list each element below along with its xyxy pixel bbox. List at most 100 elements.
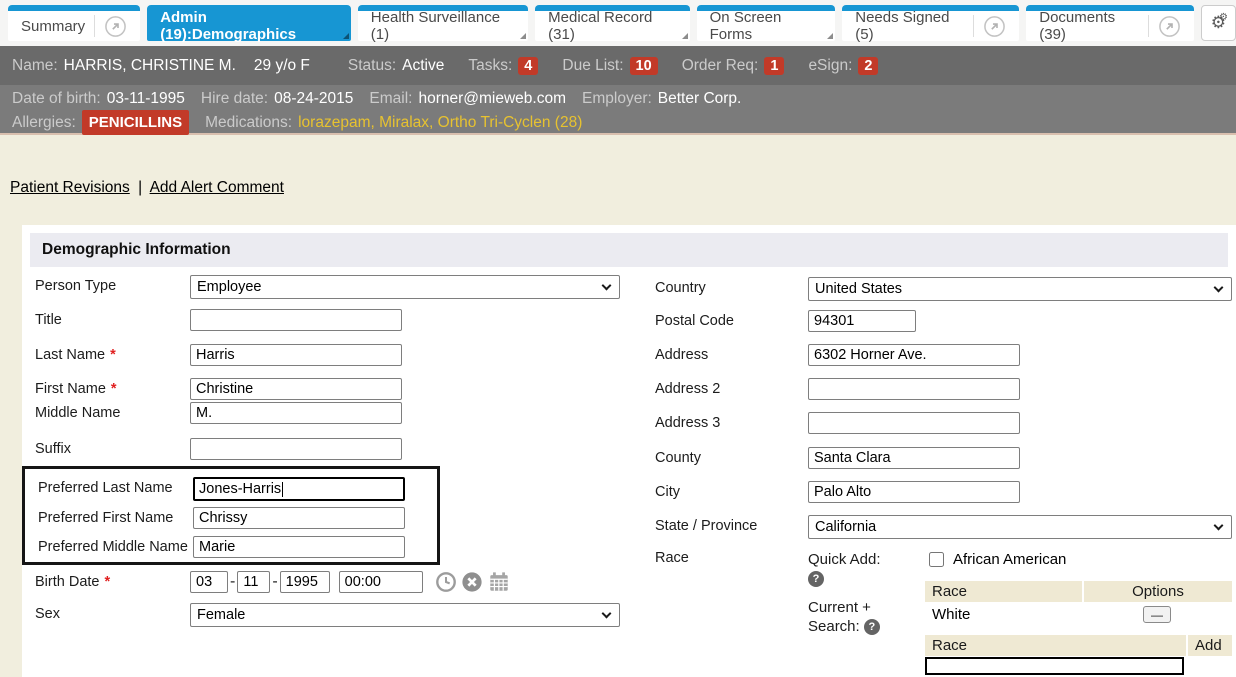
address3-label: Address 3 [655,412,808,432]
patient-revisions-link[interactable]: Patient Revisions [10,179,130,196]
tab-summary[interactable]: Summary [8,5,140,41]
last-name-label-text: Last Name [35,347,105,363]
title-label: Title [35,309,190,329]
open-chart-icon[interactable] [983,15,1006,38]
address2-input[interactable] [808,378,1020,400]
help-icon[interactable]: ? [864,619,880,635]
allergy-badge[interactable]: PENICILLINS [82,110,189,135]
suffix-input[interactable] [190,438,402,460]
employer-value: Better Corp. [658,87,742,110]
middle-name-label: Middle Name [35,402,190,422]
birth-month-input[interactable] [190,571,228,593]
chevron-down-icon [1214,283,1224,293]
preferred-first-name-input[interactable] [193,507,405,529]
african-american-checkbox[interactable] [929,552,944,567]
open-chart-icon[interactable] [1158,15,1181,38]
city-input[interactable] [808,481,1020,503]
chevron-down-icon [1214,521,1224,531]
country-value: United States [815,281,902,297]
calendar-icon[interactable] [487,571,511,593]
tab-health-surveillance-label: Health Surveillance (1) [371,9,515,43]
address3-input[interactable] [808,412,1020,434]
person-type-value: Employee [197,279,261,295]
tab-admin-label: Admin (19):Demographics [160,9,338,43]
esign-count-badge[interactable]: 2 [858,57,878,75]
text-caret [282,482,283,497]
tab-health-surveillance[interactable]: Health Surveillance (1) [358,5,528,41]
required-marker: * [110,347,116,363]
state-province-select[interactable]: California [808,515,1232,539]
birth-year-input[interactable] [280,571,330,593]
tab-menu-fold-icon [520,33,526,39]
tab-menu-fold-icon [682,33,688,39]
tab-medical-record[interactable]: Medical Record (31) [535,5,689,41]
state-province-value: California [815,519,876,535]
african-american-label: African American [953,551,1066,568]
race-search-header: Race Add [925,635,1232,656]
race-quick-option[interactable]: African American [929,551,1232,568]
city-label: City [655,481,808,501]
state-province-label: State / Province [655,515,808,535]
date-separator: - [272,573,277,591]
address-input[interactable] [808,344,1020,366]
tab-admin-demographics[interactable]: Admin (19):Demographics [147,5,351,41]
patient-info-bar: Date of birth: 03-11-1995 Hire date: 08-… [0,85,1236,135]
country-label: Country [655,277,808,297]
table-row: White — [925,602,1232,627]
section-title: Demographic Information [30,233,1228,267]
medications-list[interactable]: lorazepam, Miralax, Ortho Tri-Cyclen (28… [298,111,582,134]
race-search-input[interactable] [925,657,1184,675]
last-name-label: Last Name * [35,344,190,364]
race-column-header: Race [925,635,1186,656]
required-marker: * [104,574,110,590]
name-label: Name: [12,57,58,75]
tab-needs-signed[interactable]: Needs Signed (5) [842,5,1019,41]
remove-race-button[interactable]: — [1143,606,1171,623]
title-input[interactable] [190,309,402,331]
county-label: County [655,447,808,467]
tab-divider [1148,15,1149,37]
preferred-name-highlight-box: Preferred Last Name Jones-Harris Preferr… [22,466,440,565]
current-search-label-text: Current + Search: [808,599,871,635]
tab-summary-label: Summary [21,18,85,35]
preferred-middle-name-input[interactable] [193,536,405,558]
order-req-label: Order Req: [682,57,759,75]
order-req-count-badge[interactable]: 1 [764,57,784,75]
sex-value: Female [197,607,245,623]
open-chart-icon[interactable] [104,15,127,38]
tab-documents[interactable]: Documents (39) [1026,5,1193,41]
tab-menu-fold-icon [827,33,833,39]
tab-on-screen-forms[interactable]: On Screen Forms [697,5,836,41]
tasks-label: Tasks: [468,57,512,75]
due-list-count-badge[interactable]: 10 [630,57,658,75]
add-alert-comment-link[interactable]: Add Alert Comment [150,179,284,196]
person-type-select[interactable]: Employee [190,275,620,299]
patient-name: HARRIS, CHRISTINE M. [64,57,236,75]
patient-age-sex: 29 y/o F [254,57,310,75]
birth-day-input[interactable] [237,571,270,593]
birth-date-group: - - [190,571,511,593]
county-input[interactable] [808,447,1020,469]
clock-icon[interactable] [435,571,457,593]
last-name-input[interactable] [190,344,402,366]
tab-bar: Summary Admin (19):Demographics Health S… [0,0,1236,46]
medications-label: Medications: [205,111,292,134]
help-icon[interactable]: ? [808,571,824,587]
first-name-input[interactable] [190,378,402,400]
sex-label: Sex [35,603,190,623]
race-label: Race [655,547,808,567]
sex-select[interactable]: Female [190,603,620,627]
gear-small-icon: ⚙ [1219,13,1228,23]
clear-date-icon[interactable] [461,571,483,593]
postal-code-input[interactable] [808,310,916,332]
country-select[interactable]: United States [808,277,1232,301]
race-row: Race Quick Add: ? Current + Search: ? Af… [655,547,1232,675]
first-name-label: First Name* [35,378,190,398]
middle-name-input[interactable] [190,402,402,424]
status-label: Status: [348,57,396,75]
preferred-last-name-input[interactable]: Jones-Harris [193,477,405,501]
birth-time-input[interactable] [339,571,423,593]
settings-gear-button[interactable]: ⚙ ⚙ [1201,5,1236,41]
email-value: horner@mieweb.com [418,87,566,110]
tasks-count-badge[interactable]: 4 [518,57,538,75]
